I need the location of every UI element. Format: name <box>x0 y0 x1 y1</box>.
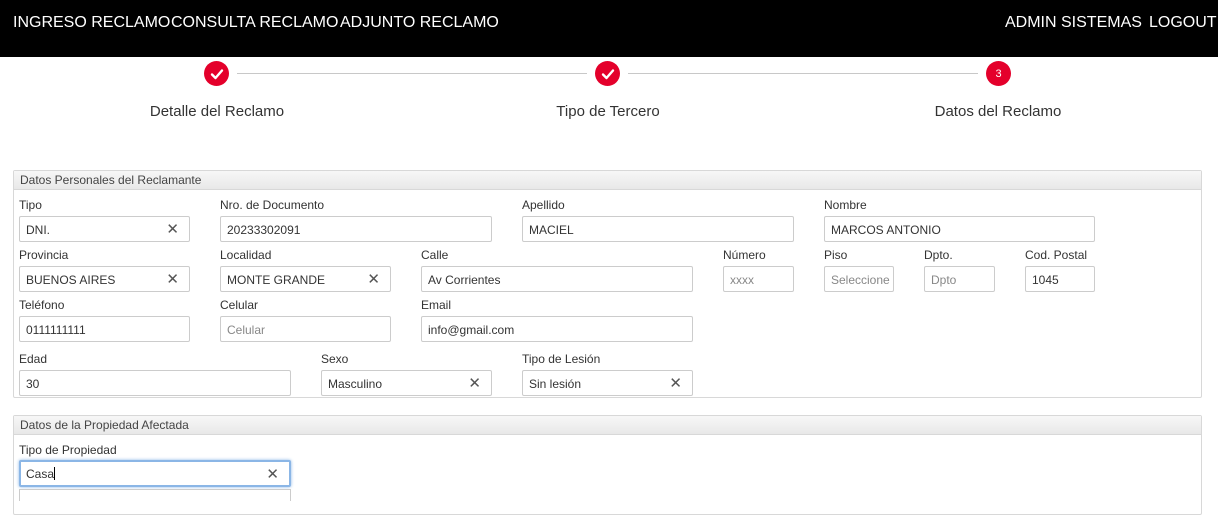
tipo-doc-select[interactable]: DNI. ✕ <box>19 216 190 242</box>
codpostal-input[interactable]: 1045 <box>1025 266 1095 292</box>
piso-label: Piso <box>824 248 848 262</box>
step-1-label: Detalle del Reclamo <box>149 103 285 120</box>
top-navbar: INGRESO RECLAMO CONSULTA RECLAMO ADJUNTO… <box>0 0 1218 57</box>
telefono-label: Teléfono <box>19 298 65 312</box>
dropdown-list[interactable] <box>19 489 291 501</box>
localidad-select[interactable]: MONTE GRANDE ✕ <box>220 266 391 292</box>
nav-consulta-reclamo[interactable]: CONSULTA RECLAMO <box>171 14 338 32</box>
clear-icon[interactable]: ✕ <box>367 270 380 288</box>
step-3-circle[interactable]: 3 <box>986 61 1011 86</box>
provincia-select[interactable]: BUENOS AIRES ✕ <box>19 266 190 292</box>
lesion-value: Sin lesión <box>529 377 582 391</box>
celular-input[interactable]: Celular <box>220 316 391 342</box>
provincia-label: Provincia <box>19 248 69 262</box>
sexo-label: Sexo <box>321 352 349 366</box>
clear-icon[interactable]: ✕ <box>669 374 682 392</box>
edad-input[interactable]: 30 <box>19 370 291 396</box>
localidad-value: MONTE GRANDE <box>227 273 326 287</box>
documento-input[interactable]: 20233302091 <box>220 216 492 242</box>
tipo-doc-value: DNI. <box>26 223 50 237</box>
panel-title: Datos Personales del Reclamante <box>14 171 1201 190</box>
clear-icon[interactable]: ✕ <box>166 270 179 288</box>
step-3-label: Datos del Reclamo <box>934 103 1062 120</box>
calle-label: Calle <box>421 248 449 262</box>
step-2-circle[interactable] <box>595 61 620 86</box>
clear-icon[interactable]: ✕ <box>266 465 279 483</box>
dpto-label: Dpto. <box>924 248 953 262</box>
clear-icon[interactable]: ✕ <box>166 220 179 238</box>
tipo-propiedad-select[interactable]: Casa ✕ <box>19 460 291 487</box>
lesion-select[interactable]: Sin lesión ✕ <box>522 370 693 396</box>
step-3-number: 3 <box>995 67 1002 80</box>
nav-admin-sistemas[interactable]: ADMIN SISTEMAS <box>1005 14 1142 32</box>
apellido-label: Apellido <box>522 198 565 212</box>
text-caret <box>54 467 56 480</box>
nav-ingreso-reclamo[interactable]: INGRESO RECLAMO <box>13 14 170 32</box>
tipo-propiedad-value: Casa <box>26 467 55 481</box>
apellido-input[interactable]: MACIEL <box>522 216 794 242</box>
provincia-value: BUENOS AIRES <box>26 273 116 287</box>
step-1-circle[interactable] <box>204 61 229 86</box>
documento-label: Nro. de Documento <box>220 198 325 212</box>
celular-label: Celular <box>220 298 259 312</box>
nombre-label: Nombre <box>824 198 867 212</box>
step-connector <box>628 73 978 74</box>
wizard-stepper: 3 Detalle del Reclamo Tipo de Tercero Da… <box>0 57 1218 147</box>
sexo-value: Masculino <box>328 377 383 391</box>
nav-adjunto-reclamo[interactable]: ADJUNTO RECLAMO <box>340 14 499 32</box>
tipo-doc-label: Tipo <box>19 198 42 212</box>
sexo-select[interactable]: Masculino ✕ <box>321 370 492 396</box>
telefono-input[interactable]: 0111111111 <box>19 316 190 342</box>
piso-select[interactable]: Seleccione <box>824 266 894 292</box>
localidad-label: Localidad <box>220 248 272 262</box>
step-connector <box>237 73 587 74</box>
lesion-label: Tipo de Lesión <box>522 352 601 366</box>
dpto-input[interactable]: Dpto <box>924 266 995 292</box>
edad-label: Edad <box>19 352 48 366</box>
step-2-label: Tipo de Tercero <box>556 103 660 120</box>
nombre-input[interactable]: MARCOS ANTONIO <box>824 216 1095 242</box>
codpostal-label: Cod. Postal <box>1025 248 1088 262</box>
numero-label: Número <box>723 248 766 262</box>
tipo-propiedad-label: Tipo de Propiedad <box>19 443 117 457</box>
panel-title: Datos de la Propiedad Afectada <box>14 416 1201 435</box>
email-input[interactable]: info@gmail.com <box>421 316 693 342</box>
check-icon <box>601 68 614 79</box>
check-icon <box>210 68 223 79</box>
clear-icon[interactable]: ✕ <box>468 374 481 392</box>
nav-logout[interactable]: LOGOUT <box>1149 14 1217 32</box>
numero-input[interactable]: xxxx <box>723 266 794 292</box>
email-label: Email <box>421 298 452 312</box>
calle-input[interactable]: Av Corrientes <box>421 266 693 292</box>
